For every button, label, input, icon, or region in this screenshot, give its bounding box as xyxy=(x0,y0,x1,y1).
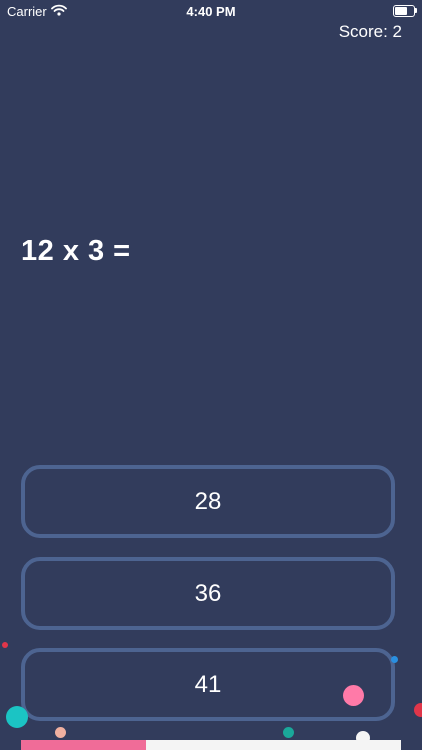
battery-icon xyxy=(393,5,415,17)
confetti-dot xyxy=(391,656,398,663)
progress-fill xyxy=(21,740,147,750)
confetti-dot xyxy=(283,727,294,738)
answer-label-3: 41 xyxy=(194,670,222,698)
confetti-dot xyxy=(2,642,8,648)
answer-button-2[interactable]: 36 xyxy=(21,557,395,630)
battery-level xyxy=(395,7,407,15)
battery-tip xyxy=(415,8,417,13)
question-text: 12 x 3 = xyxy=(21,235,131,267)
confetti-dot xyxy=(6,706,28,728)
confetti-dot xyxy=(414,703,422,717)
score-label: Score: 2 xyxy=(338,22,402,41)
answer-label-2: 36 xyxy=(194,579,222,607)
answer-button-1[interactable]: 28 xyxy=(21,465,395,538)
confetti-dot xyxy=(343,685,364,706)
answer-label-1: 28 xyxy=(194,487,222,515)
confetti-dot xyxy=(55,727,66,738)
answer-button-3[interactable]: 41 xyxy=(21,648,395,721)
status-bar: Carrier 4:40 PM xyxy=(0,0,422,22)
clock-time: 4:40 PM xyxy=(186,4,236,19)
progress-bar xyxy=(21,740,401,750)
